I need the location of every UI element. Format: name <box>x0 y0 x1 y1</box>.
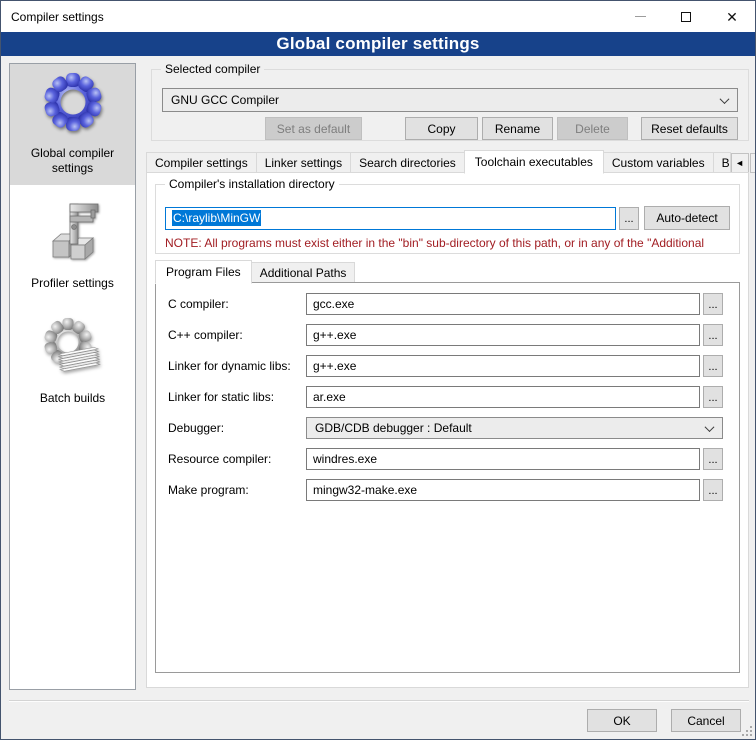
sidebar-item-label: Batch builds <box>40 391 105 406</box>
rename-button[interactable]: Rename <box>482 117 553 140</box>
browse-c-compiler-button[interactable]: ... <box>703 293 723 315</box>
sidebar-item-global-compiler-settings[interactable]: Global compiler settings <box>10 64 135 185</box>
field-row-static-linker: Linker for static libs: ... <box>168 386 723 408</box>
field-label: C compiler: <box>168 297 306 311</box>
field-row-resource-compiler: Resource compiler: ... <box>168 448 723 470</box>
static-libs-linker-input[interactable] <box>306 386 700 408</box>
selected-compiler-group-label: Selected compiler <box>161 62 264 76</box>
page-title: Global compiler settings <box>1 32 755 56</box>
subtab-additional-paths[interactable]: Additional Paths <box>251 262 356 283</box>
settings-category-list: Global compiler settings <box>9 63 136 690</box>
field-label: Linker for static libs: <box>168 390 306 404</box>
arrow-left-icon: ◄ <box>735 158 744 168</box>
close-icon: ✕ <box>726 10 738 24</box>
field-label: Linker for dynamic libs: <box>168 359 306 373</box>
program-files-panel: C compiler: ... C++ compiler: ... Linker… <box>155 282 740 673</box>
field-label: Debugger: <box>168 421 306 435</box>
make-program-input[interactable] <box>306 479 700 501</box>
field-row-dynamic-linker: Linker for dynamic libs: ... <box>168 355 723 377</box>
caliper-icon <box>41 201 105 265</box>
browse-static-linker-button[interactable]: ... <box>703 386 723 408</box>
browse-resource-compiler-button[interactable]: ... <box>703 448 723 470</box>
subtab-program-files[interactable]: Program Files <box>155 260 252 284</box>
tab-compiler-settings[interactable]: Compiler settings <box>146 152 257 173</box>
sidebar-item-batch-builds[interactable]: Batch builds <box>10 309 135 415</box>
compiler-actions-row: Set as default Copy Rename Delete Reset … <box>162 117 738 140</box>
browse-make-program-button[interactable]: ... <box>703 479 723 501</box>
maximize-button[interactable] <box>663 1 709 32</box>
installation-directory-group: Compiler's installation directory C:\ray… <box>155 184 740 254</box>
field-label: C++ compiler: <box>168 328 306 342</box>
browse-dynamic-linker-button[interactable]: ... <box>703 355 723 377</box>
selected-compiler-value: GNU GCC Compiler <box>171 93 279 107</box>
tab-scroll-controls: ◄ ► <box>730 153 756 173</box>
delete-button[interactable]: Delete <box>557 117 628 140</box>
bin-subdirectory-note: NOTE: All programs must exist either in … <box>165 236 737 250</box>
tab-build-options[interactable]: Build <box>713 152 731 173</box>
browse-directory-button[interactable]: ... <box>619 207 639 230</box>
blue-gear-icon <box>41 71 105 135</box>
resource-compiler-input[interactable] <box>306 448 700 470</box>
field-label: Resource compiler: <box>168 452 306 466</box>
field-row-c-compiler: C compiler: ... <box>168 293 723 315</box>
toolchain-executables-page: Compiler's installation directory C:\ray… <box>146 172 749 688</box>
field-row-debugger: Debugger: GDB/CDB debugger : Default <box>168 417 723 439</box>
titlebar: Compiler settings ✕ <box>1 1 755 32</box>
compiler-settings-tabs: Compiler settings Linker settings Search… <box>146 149 749 173</box>
sidebar-item-profiler-settings[interactable]: Profiler settings <box>10 194 135 300</box>
tab-toolchain-executables[interactable]: Toolchain executables <box>464 150 604 174</box>
selected-compiler-dropdown[interactable]: GNU GCC Compiler <box>162 88 738 112</box>
installation-directory-group-label: Compiler's installation directory <box>165 177 339 191</box>
tab-scroll-left-button[interactable]: ◄ <box>731 153 749 173</box>
reset-defaults-button[interactable]: Reset defaults <box>641 117 738 140</box>
gray-gear-papers-icon <box>41 316 105 380</box>
copy-button[interactable]: Copy <box>405 117 478 140</box>
dynamic-libs-linker-input[interactable] <box>306 355 700 377</box>
cancel-button[interactable]: Cancel <box>671 709 741 732</box>
tab-search-directories[interactable]: Search directories <box>350 152 465 173</box>
tab-custom-variables[interactable]: Custom variables <box>603 152 714 173</box>
debugger-dropdown[interactable]: GDB/CDB debugger : Default <box>306 417 723 439</box>
field-label: Make program: <box>168 483 306 497</box>
caption-buttons: ✕ <box>617 1 755 32</box>
set-as-default-button[interactable]: Set as default <box>265 117 362 140</box>
sidebar-item-label: Global compiler settings <box>14 146 131 176</box>
maximize-icon <box>681 12 691 22</box>
compiler-settings-dialog: Compiler settings ✕ Global compiler sett… <box>0 0 756 740</box>
program-files-tabs: Program Files Additional Paths <box>155 259 354 283</box>
close-button[interactable]: ✕ <box>709 1 755 32</box>
minimize-icon <box>635 16 646 17</box>
window-title: Compiler settings <box>1 10 104 24</box>
minimize-button[interactable] <box>617 1 663 32</box>
field-row-cpp-compiler: C++ compiler: ... <box>168 324 723 346</box>
c-compiler-input[interactable] <box>306 293 700 315</box>
chevron-down-icon <box>705 422 715 432</box>
browse-cpp-compiler-button[interactable]: ... <box>703 324 723 346</box>
sidebar-item-label: Profiler settings <box>31 276 114 291</box>
installation-directory-value: C:\raylib\MinGW <box>172 210 261 226</box>
ok-button[interactable]: OK <box>587 709 657 732</box>
installation-directory-input[interactable]: C:\raylib\MinGW <box>165 207 616 230</box>
installation-directory-row: C:\raylib\MinGW ... Auto-detect <box>165 206 730 230</box>
field-row-make-program: Make program: ... <box>168 479 723 501</box>
chevron-down-icon <box>720 94 730 104</box>
footer-divider <box>9 700 749 702</box>
resize-grip[interactable] <box>741 725 753 737</box>
tab-scroll-right-button[interactable]: ► <box>750 153 756 173</box>
selected-compiler-group: Selected compiler GNU GCC Compiler Set a… <box>151 69 749 141</box>
cpp-compiler-input[interactable] <box>306 324 700 346</box>
debugger-value: GDB/CDB debugger : Default <box>315 421 472 435</box>
auto-detect-button[interactable]: Auto-detect <box>644 206 730 230</box>
tab-linker-settings[interactable]: Linker settings <box>256 152 351 173</box>
